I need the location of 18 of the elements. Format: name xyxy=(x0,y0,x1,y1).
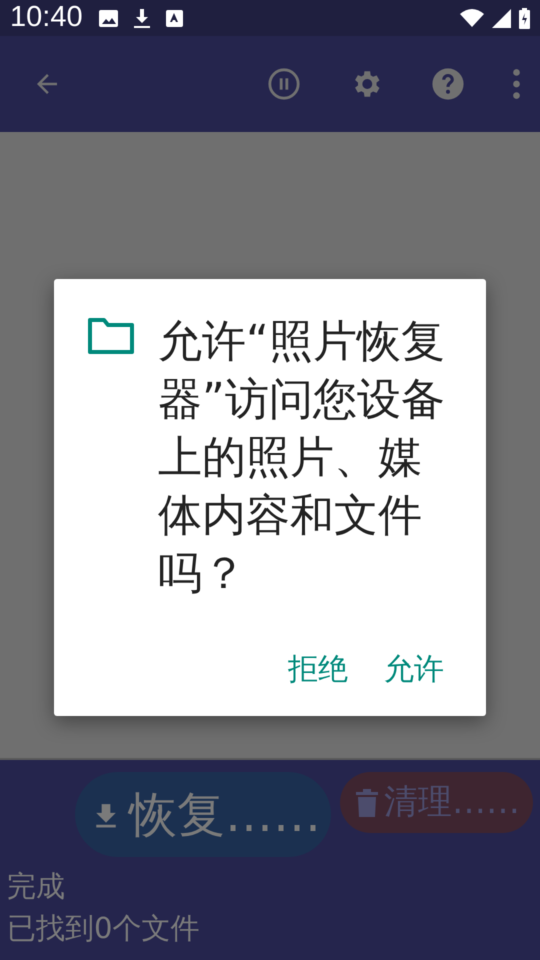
dialog-message: 允许“照片恢复器”访问您设备上的照片、媒体内容和文件吗？ xyxy=(158,315,446,601)
more-icon xyxy=(513,69,520,99)
trash-icon xyxy=(356,788,378,816)
dialog-button[interactable]: 拒绝 xyxy=(278,643,358,696)
status-text: 完成 xyxy=(7,868,66,905)
signal-icon xyxy=(492,8,511,28)
status-text: 已找到0个文件 xyxy=(7,910,200,947)
status-time: 10:40 xyxy=(10,0,83,36)
dialog-button[interactable]: 允许 xyxy=(374,643,454,696)
battery-icon xyxy=(519,8,530,28)
restore-button[interactable]: 恢复…… xyxy=(75,772,331,857)
help-icon xyxy=(431,67,465,101)
image-icon xyxy=(98,10,118,26)
pause-icon xyxy=(267,67,301,101)
wifi-icon xyxy=(460,9,484,27)
folder-icon xyxy=(88,317,134,355)
text-box-icon xyxy=(166,10,183,26)
download-icon xyxy=(134,8,150,28)
